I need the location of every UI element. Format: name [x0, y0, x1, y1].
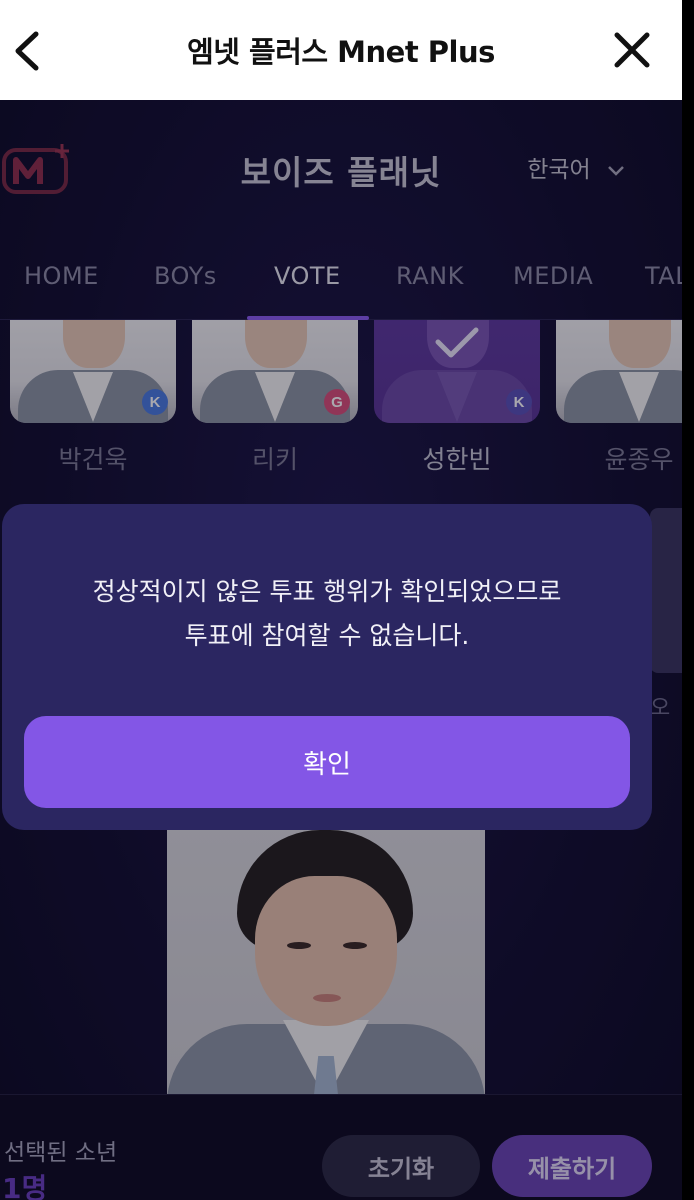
alert-dialog: 정상적이지 않은 투표 행위가 확인되었으므로 투표에 참여할 수 없습니다. … [2, 504, 652, 830]
alert-message: 정상적이지 않은 투표 행위가 확인되었으므로 투표에 참여할 수 없습니다. [92, 577, 562, 650]
screen-edge [682, 0, 694, 1200]
top-bar: 엠넷 플러스 Mnet Plus [0, 0, 682, 100]
close-icon[interactable] [612, 30, 652, 70]
back-arrow-icon[interactable] [6, 26, 50, 76]
window-title: 엠넷 플러스 Mnet Plus [187, 35, 495, 69]
confirm-button[interactable]: 확인 [24, 716, 630, 808]
